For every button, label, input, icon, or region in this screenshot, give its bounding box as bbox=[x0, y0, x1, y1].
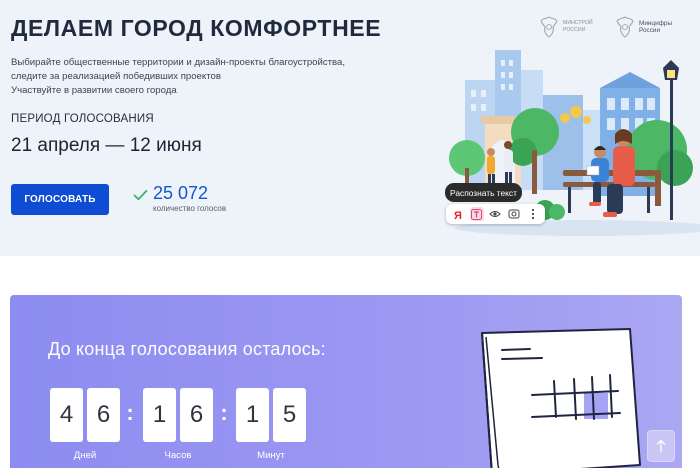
text-recognize-icon[interactable] bbox=[469, 207, 484, 221]
arrow-up-icon bbox=[656, 439, 666, 453]
logo-text-line: РОССИИ bbox=[563, 27, 586, 33]
countdown-title: До конца голосования осталось: bbox=[48, 339, 326, 359]
description-line: Участвуйте в развитии своего города bbox=[11, 85, 177, 96]
recognize-text-button[interactable]: Распознать текст bbox=[445, 183, 522, 202]
logo-text-line: Минцифры bbox=[639, 20, 673, 27]
partner-logos: МИНСТРОЙ РОССИИ Минцифры России bbox=[538, 15, 698, 41]
vote-caption: количество голосов bbox=[153, 204, 227, 213]
minutes-digit: 1 bbox=[236, 388, 269, 442]
countdown-banner: До конца голосования осталось: 4 6 : 1 6… bbox=[10, 295, 682, 468]
period-dates: 21 апреля — 12 июня bbox=[11, 135, 202, 156]
calendar-illustration bbox=[481, 328, 641, 468]
lens-search-icon[interactable] bbox=[507, 207, 521, 221]
coat-of-arms-icon bbox=[540, 16, 558, 38]
logo-text-line: МИНСТРОЙ bbox=[563, 20, 593, 26]
coat-of-arms-icon bbox=[616, 16, 634, 38]
minstroy-logo[interactable]: МИНСТРОЙ РОССИИ bbox=[538, 15, 593, 39]
description-line: следите за реализацией победивших проект… bbox=[11, 71, 221, 82]
hours-digit: 6 bbox=[180, 388, 213, 442]
eye-icon[interactable] bbox=[488, 207, 502, 221]
hours-label: Часов bbox=[164, 450, 192, 461]
more-icon[interactable] bbox=[526, 207, 540, 221]
checkmark-icon bbox=[133, 189, 148, 201]
hero-description: Выбирайте общественные территории и диза… bbox=[11, 56, 371, 98]
vote-count: 25 072 bbox=[153, 183, 209, 203]
description-line: Выбирайте общественные территории и диза… bbox=[11, 57, 346, 68]
days-digit: 4 bbox=[50, 388, 83, 442]
hero-section: ДЕЛАЕМ ГОРОД КОМФОРТНЕЕ Выбирайте общест… bbox=[0, 0, 700, 256]
minutes-label: Минут bbox=[257, 450, 285, 461]
period-label: ПЕРИОД ГОЛОСОВАНИЯ bbox=[11, 113, 154, 125]
hours-digit: 1 bbox=[143, 388, 176, 442]
yandex-icon[interactable]: Я bbox=[451, 207, 465, 221]
page-title: ДЕЛАЕМ ГОРОД КОМФОРТНЕЕ bbox=[11, 15, 382, 41]
days-digit: 6 bbox=[87, 388, 120, 442]
vote-button[interactable]: ГОЛОСОВАТЬ bbox=[11, 184, 109, 215]
mintsifry-logo[interactable]: Минцифры России bbox=[614, 15, 672, 39]
lens-toolbar: Я bbox=[446, 204, 545, 224]
colon-separator: : bbox=[126, 400, 134, 425]
logo-text-line: России bbox=[639, 27, 661, 34]
days-label: Дней bbox=[73, 450, 97, 461]
svg-text:Я: Я bbox=[454, 210, 462, 220]
colon-separator: : bbox=[220, 400, 228, 425]
scroll-to-top-button[interactable] bbox=[647, 430, 675, 462]
minutes-digit: 5 bbox=[273, 388, 306, 442]
